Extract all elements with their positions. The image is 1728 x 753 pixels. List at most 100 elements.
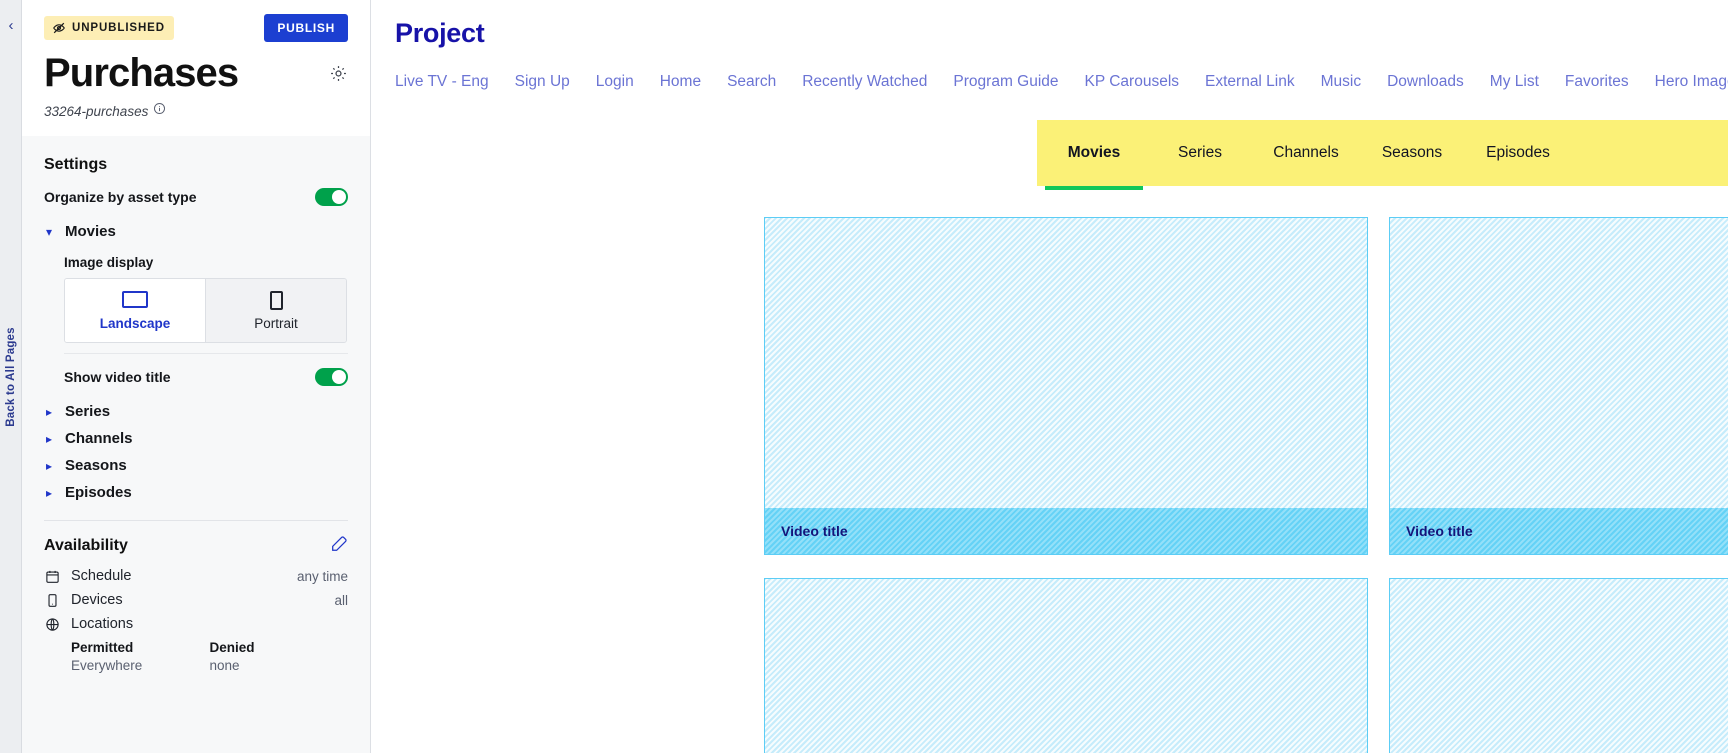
video-card[interactable]: Video title bbox=[764, 217, 1368, 555]
tab-channels-label: Channels bbox=[1273, 144, 1339, 161]
portrait-rect-icon bbox=[269, 291, 283, 310]
toggle-knob bbox=[332, 370, 346, 384]
video-card[interactable]: Video title bbox=[764, 578, 1368, 753]
nav-item-downloads[interactable]: Downloads bbox=[1387, 73, 1464, 91]
option-portrait[interactable]: Portrait bbox=[206, 279, 346, 342]
group-movies-label: Movies bbox=[65, 223, 116, 240]
asset-type-tabbar: Movies Series Channels Seasons Episodes bbox=[1037, 120, 1728, 190]
nav-item-hero-image[interactable]: Hero Image bbox=[1655, 73, 1728, 91]
availability-row-left: Locations bbox=[44, 616, 133, 632]
option-landscape-label: Landscape bbox=[99, 316, 171, 331]
chevron-down-icon: ▾ bbox=[45, 224, 53, 239]
locations-permitted-header: Permitted bbox=[71, 640, 134, 655]
video-card[interactable]: Video title bbox=[1389, 217, 1728, 555]
group-seasons-label: Seasons bbox=[65, 457, 127, 474]
locations-denied-header: Denied bbox=[209, 640, 255, 655]
preview-project-title: Project bbox=[395, 18, 485, 48]
sidebar-header: UNPUBLISHED PUBLISH Purchases 33264-purc… bbox=[22, 0, 370, 136]
availability-schedule-label: Schedule bbox=[71, 568, 132, 584]
video-title: Video title bbox=[1406, 523, 1473, 539]
video-title-bar: Video title bbox=[1390, 508, 1728, 554]
tab-series[interactable]: Series bbox=[1147, 120, 1253, 186]
group-seasons[interactable]: ▸ Seasons bbox=[44, 452, 348, 479]
availability-row-left: Devices bbox=[44, 592, 123, 608]
edit-pencil-icon[interactable] bbox=[330, 535, 348, 556]
organize-by-asset-type-label: Organize by asset type bbox=[44, 189, 197, 205]
tab-episodes[interactable]: Episodes bbox=[1465, 120, 1571, 186]
gear-icon[interactable] bbox=[329, 64, 348, 94]
eye-off-icon bbox=[52, 21, 66, 35]
publish-button[interactable]: PUBLISH bbox=[264, 14, 348, 42]
nav-item-search[interactable]: Search bbox=[727, 73, 776, 91]
app-root: ‹ Back to All Pages UNPUBLISHED PUBLISH bbox=[0, 0, 1728, 753]
organize-by-asset-type-row: Organize by asset type bbox=[44, 188, 348, 206]
nav-item-home[interactable]: Home bbox=[660, 73, 701, 91]
availability-row-locations: Locations bbox=[44, 612, 348, 636]
nav-item-kp-carousels[interactable]: KP Carousels bbox=[1085, 73, 1179, 91]
group-channels[interactable]: ▸ Channels bbox=[44, 425, 348, 452]
nav-item-sign-up[interactable]: Sign Up bbox=[515, 73, 570, 91]
image-display-label: Image display bbox=[64, 255, 154, 270]
video-thumbnail-placeholder bbox=[1390, 218, 1728, 508]
landscape-rect-icon bbox=[122, 291, 148, 308]
image-display-segmented-control: Landscape Portrait bbox=[64, 278, 347, 343]
sidebar-body: Settings Organize by asset type ▾ Movies… bbox=[22, 136, 370, 673]
option-landscape[interactable]: Landscape bbox=[65, 279, 206, 342]
group-series[interactable]: ▸ Series bbox=[44, 398, 348, 425]
tab-movies-label: Movies bbox=[1067, 144, 1121, 161]
sidebar-title-row: Purchases bbox=[44, 52, 348, 94]
show-video-title-label: Show video title bbox=[64, 369, 171, 385]
tab-movies[interactable]: Movies bbox=[1041, 120, 1147, 190]
locations-permitted-column: Permitted Everywhere bbox=[71, 640, 210, 673]
nav-item-live-tv-eng[interactable]: Live TV - Eng bbox=[395, 73, 489, 91]
tab-channels[interactable]: Channels bbox=[1253, 120, 1359, 186]
info-icon[interactable] bbox=[153, 102, 166, 120]
option-portrait-label: Portrait bbox=[254, 316, 298, 331]
nav-item-my-list[interactable]: My List bbox=[1490, 73, 1539, 91]
locations-denied-value: none bbox=[209, 658, 240, 673]
organize-by-asset-type-toggle[interactable] bbox=[315, 188, 348, 206]
status-badge-label: UNPUBLISHED bbox=[72, 22, 165, 34]
video-card-grid: Video title Video title Video title Vide… bbox=[764, 217, 1728, 753]
video-title-bar: Video title bbox=[765, 508, 1367, 554]
video-title: Video title bbox=[781, 523, 848, 539]
globe-icon bbox=[44, 617, 61, 632]
availability-locations-label: Locations bbox=[71, 616, 134, 632]
nav-item-program-guide[interactable]: Program Guide bbox=[953, 73, 1058, 91]
left-rail: ‹ Back to All Pages bbox=[0, 0, 22, 753]
page-preview: Project Live TV - Eng Sign Up Login Home… bbox=[371, 0, 1728, 753]
page-title: Purchases bbox=[44, 51, 239, 95]
chevron-right-icon: ▸ bbox=[45, 485, 53, 500]
video-thumbnail-placeholder bbox=[765, 579, 1367, 753]
chevron-right-icon: ▸ bbox=[45, 404, 53, 419]
show-video-title-toggle[interactable] bbox=[315, 368, 348, 386]
nav-item-login[interactable]: Login bbox=[596, 73, 634, 91]
availability-schedule-value: any time bbox=[296, 568, 348, 584]
calendar-icon bbox=[44, 569, 61, 584]
group-episodes[interactable]: ▸ Episodes bbox=[44, 479, 348, 506]
back-to-all-pages-link[interactable]: Back to All Pages bbox=[5, 327, 17, 426]
collapse-sidebar-icon[interactable]: ‹ bbox=[0, 18, 22, 33]
video-thumbnail-placeholder bbox=[765, 218, 1367, 508]
nav-item-recently-watched[interactable]: Recently Watched bbox=[802, 73, 927, 91]
locations-permitted-value: Everywhere bbox=[71, 658, 143, 673]
locations-denied-column: Denied none bbox=[210, 640, 349, 673]
availability-row-left: Schedule bbox=[44, 568, 131, 584]
group-series-label: Series bbox=[65, 403, 111, 420]
page-slug-text: 33264-purchases bbox=[44, 103, 149, 119]
tab-series-label: Series bbox=[1178, 144, 1222, 161]
preview-nav: Live TV - Eng Sign Up Login Home Search … bbox=[371, 49, 1728, 91]
locations-detail: Permitted Everywhere Denied none bbox=[44, 636, 348, 673]
tab-episodes-label: Episodes bbox=[1486, 144, 1550, 161]
settings-sidebar: UNPUBLISHED PUBLISH Purchases 33264-purc… bbox=[22, 0, 371, 753]
group-movies[interactable]: ▾ Movies bbox=[44, 218, 348, 245]
nav-item-favorites[interactable]: Favorites bbox=[1565, 73, 1629, 91]
video-thumbnail-placeholder bbox=[1390, 579, 1728, 753]
group-channels-label: Channels bbox=[65, 430, 133, 447]
nav-item-external-link[interactable]: External Link bbox=[1205, 73, 1295, 91]
availability-header: Availability bbox=[44, 535, 348, 556]
video-card[interactable]: Video title bbox=[1389, 578, 1728, 753]
nav-item-music[interactable]: Music bbox=[1321, 73, 1361, 91]
tab-seasons[interactable]: Seasons bbox=[1359, 120, 1465, 186]
availability-row-devices: Devices all bbox=[44, 588, 348, 612]
